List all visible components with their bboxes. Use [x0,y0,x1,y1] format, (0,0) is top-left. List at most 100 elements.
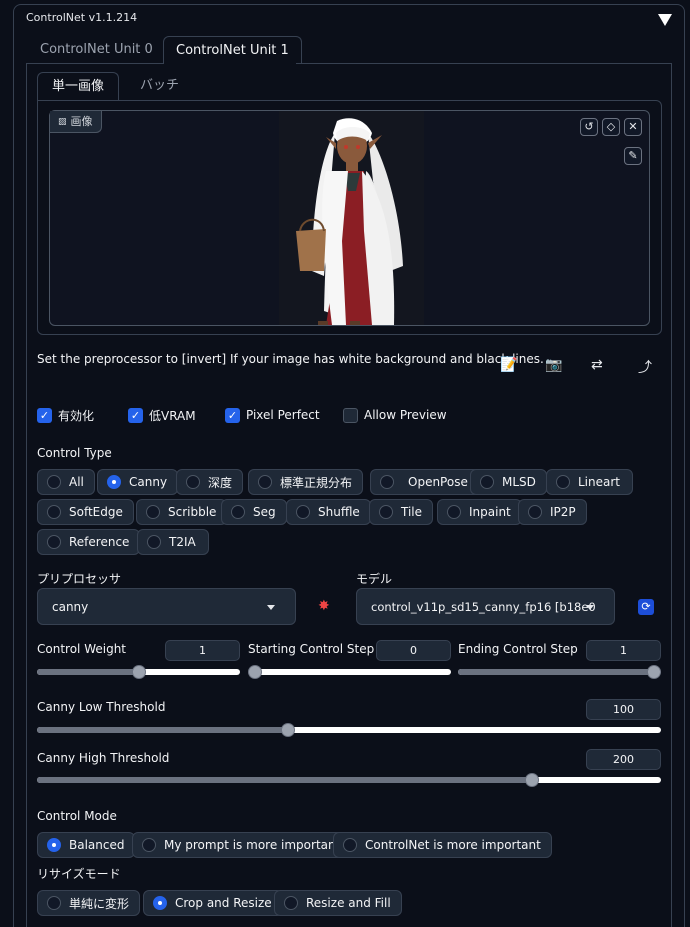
radio-shuffle[interactable]: Shuffle [286,499,371,525]
control-weight-input[interactable]: 1 [165,640,240,661]
resize-mode-label: リサイズモード [37,867,121,881]
canny-low-slider[interactable] [37,723,661,737]
starting-step-input[interactable]: 0 [376,640,451,661]
checkmark-icon: ✓ [225,407,240,423]
pixel-perfect-checkbox[interactable]: ✓ Pixel Perfect [225,407,320,423]
radio-lineart[interactable]: Lineart [546,469,633,495]
radio-label: 深度 [208,475,233,490]
starting-step-slider[interactable] [248,665,451,679]
image-icon: ▨ [58,116,67,127]
radio-dot [379,505,393,519]
radio-dot [47,896,61,910]
radio-label: Scribble [168,505,217,519]
undo-icon[interactable]: ↺ [580,118,598,136]
model-dropdown[interactable]: control_v11p_sd15_canny_fp16 [b18e0 [356,588,615,625]
radio-label: SoftEdge [69,505,123,519]
radio-label: IP2P [550,505,576,519]
collapse-triangle-icon[interactable] [658,14,672,26]
radio-canny[interactable]: Canny [97,469,179,495]
radio-dot-selected [47,838,61,852]
radio-dot [556,475,570,489]
tab-controlnet-unit-0[interactable]: ControlNet Unit 0 [28,36,165,64]
radio-inpaint[interactable]: Inpaint [437,499,522,525]
radio-openpose[interactable]: OpenPose [370,469,482,495]
radio-t2ia[interactable]: T2IA [137,529,209,555]
preprocessor-dropdown[interactable]: canny [37,588,296,625]
control-weight-slider[interactable] [37,665,240,679]
slider-handle[interactable] [647,665,661,679]
radio-seg[interactable]: Seg [221,499,287,525]
radio-dot [142,838,156,852]
enable-checkbox[interactable]: ✓ 有効化 [37,407,94,423]
radio-prompt-more-important[interactable]: My prompt is more important [132,832,352,858]
run-preprocessor-icon[interactable]: ✸ [318,598,330,614]
radio-resize-and-fill[interactable]: Resize and Fill [274,890,402,916]
camera-icon[interactable]: 📷 [545,357,562,373]
chevron-down-icon [586,605,594,610]
control-weight-label: Control Weight [37,642,126,656]
radio-label: Balanced [69,838,125,852]
radio-dot [380,475,394,489]
slider-fill [37,777,532,783]
canny-high-input[interactable]: 200 [586,749,661,770]
preprocessor-value: canny [52,600,89,614]
character-illustration [279,111,424,325]
radio-label: Crop and Resize [175,896,272,910]
low-vram-label: 低VRAM [149,408,196,423]
radio-dot-selected [153,896,167,910]
radio-label: My prompt is more important [164,838,341,852]
panel-title: ControlNet v1.1.214 [26,11,138,24]
canny-low-input[interactable]: 100 [586,699,661,720]
radio-label: Seg [253,505,276,519]
ending-step-input[interactable]: 1 [586,640,661,661]
slider-handle[interactable] [525,773,539,787]
preprocessor-label: プリプロセッサ [37,572,122,586]
radio-ip2p[interactable]: IP2P [518,499,587,525]
radio-all[interactable]: All [37,469,95,495]
radio-dot [147,535,161,549]
radio-dot [258,475,272,489]
eraser-icon[interactable]: ◇ [602,118,620,136]
radio-label: Shuffle [318,505,360,519]
radio-label: OpenPose [408,475,468,489]
slider-handle[interactable] [281,723,295,737]
new-canvas-icon[interactable]: 📝 [500,357,517,373]
radio-dot [47,535,61,549]
slider-handle[interactable] [131,665,146,679]
send-dimensions-icon[interactable]: ⤴ [638,357,652,377]
canny-high-slider[interactable] [37,773,661,787]
enable-label: 有効化 [58,408,95,423]
allow-preview-label: Allow Preview [364,408,447,422]
radio-just-resize[interactable]: 単純に変形 [37,890,141,916]
radio-crop-and-resize[interactable]: Crop and Resize [143,890,283,916]
ending-step-label: Ending Control Step [458,642,578,656]
low-vram-checkbox[interactable]: ✓ 低VRAM [128,407,196,423]
tab-single-image[interactable]: 単一画像 [37,72,120,100]
refresh-models-icon[interactable]: ⟳ [638,599,654,615]
tab-controlnet-unit-1[interactable]: ControlNet Unit 1 [163,36,302,64]
radio-scribble[interactable]: Scribble [136,499,228,525]
radio-normal-map[interactable]: 標準正規分布 [248,469,364,495]
radio-controlnet-more-important[interactable]: ControlNet is more important [333,832,552,858]
tab-batch[interactable]: バッチ [126,72,193,100]
preprocessor-hint: Set the preprocessor to [invert] If your… [37,352,544,366]
brush-icon[interactable]: ✎ [624,147,642,165]
radio-label: 標準正規分布 [280,475,353,490]
checkmark-icon: ✓ [37,407,52,423]
radio-tile[interactable]: Tile [369,499,434,525]
ending-step-slider[interactable] [458,665,661,679]
slider-handle[interactable] [248,665,262,679]
radio-softedge[interactable]: SoftEdge [37,499,134,525]
radio-depth[interactable]: 深度 [176,469,244,495]
allow-preview-checkbox[interactable]: Allow Preview [343,407,447,423]
canny-low-label: Canny Low Threshold [37,700,166,714]
swap-arrows-icon[interactable]: ⇄ [591,357,603,373]
radio-reference[interactable]: Reference [37,529,141,555]
starting-step-label: Starting Control Step [248,642,375,656]
radio-dot [447,505,461,519]
active-tab-gap [164,63,296,65]
radio-balanced[interactable]: Balanced [37,832,136,858]
image-canvas[interactable] [49,110,650,326]
close-icon[interactable]: ✕ [624,118,642,136]
radio-mlsd[interactable]: MLSD [470,469,547,495]
